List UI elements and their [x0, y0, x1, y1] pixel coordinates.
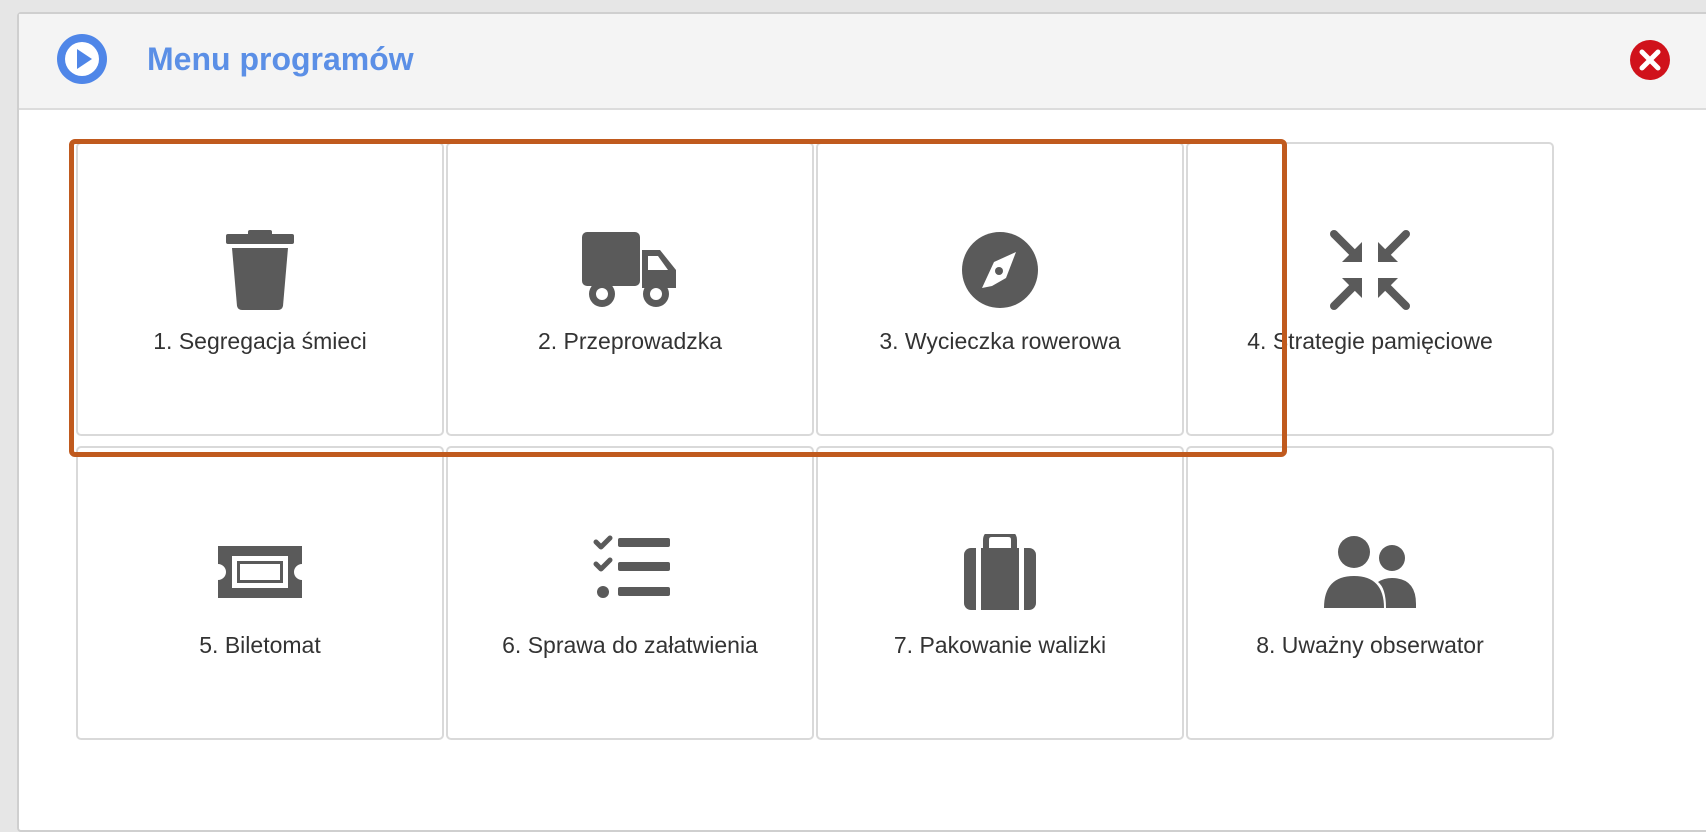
trash-icon	[226, 230, 294, 310]
suitcase-icon	[964, 534, 1036, 610]
program-tile-wycieczka[interactable]: 3. Wycieczka rowerowa	[816, 142, 1184, 436]
program-tile-pakowanie[interactable]: 7. Pakowanie walizki	[816, 446, 1184, 740]
truck-icon	[582, 232, 676, 307]
compress-arrows-icon	[1330, 230, 1410, 310]
program-label: 8. Uważny obserwator	[1256, 632, 1484, 658]
program-label: 5. Biletomat	[199, 632, 321, 658]
program-label: 7. Pakowanie walizki	[893, 632, 1107, 658]
program-tile-biletomat[interactable]: 5. Biletomat	[76, 446, 444, 740]
checklist-icon	[593, 535, 670, 598]
program-label: 4. Strategie pamięciowe	[1247, 328, 1493, 354]
program-tile-obserwator[interactable]: 8. Uważny obserwator	[1186, 446, 1554, 740]
window-title: Menu programów	[147, 41, 414, 77]
play-circle-icon	[57, 34, 107, 84]
ticket-icon	[218, 546, 302, 598]
program-label: 6. Sprawa do załatwienia	[502, 632, 758, 658]
program-tile-przeprowadzka[interactable]: 2. Przeprowadzka	[446, 142, 814, 436]
program-tile-sprawa[interactable]: 6. Sprawa do załatwienia	[446, 446, 814, 740]
program-tile-segregacja[interactable]: 1. Segregacja śmieci	[76, 142, 444, 436]
program-menu-window: Menu programów 1. Segregacja śmieci 2. P…	[17, 12, 1706, 832]
compass-icon	[962, 232, 1038, 308]
program-label: 3. Wycieczka rowerowa	[879, 328, 1121, 354]
program-label: 2. Przeprowadzka	[537, 328, 723, 354]
close-circle-icon[interactable]	[1629, 39, 1671, 81]
title-bar: Menu programów	[19, 14, 1706, 110]
program-tile-strategie[interactable]: 4. Strategie pamięciowe	[1186, 142, 1554, 436]
users-icon	[1324, 536, 1416, 608]
program-label: 1. Segregacja śmieci	[153, 328, 367, 354]
